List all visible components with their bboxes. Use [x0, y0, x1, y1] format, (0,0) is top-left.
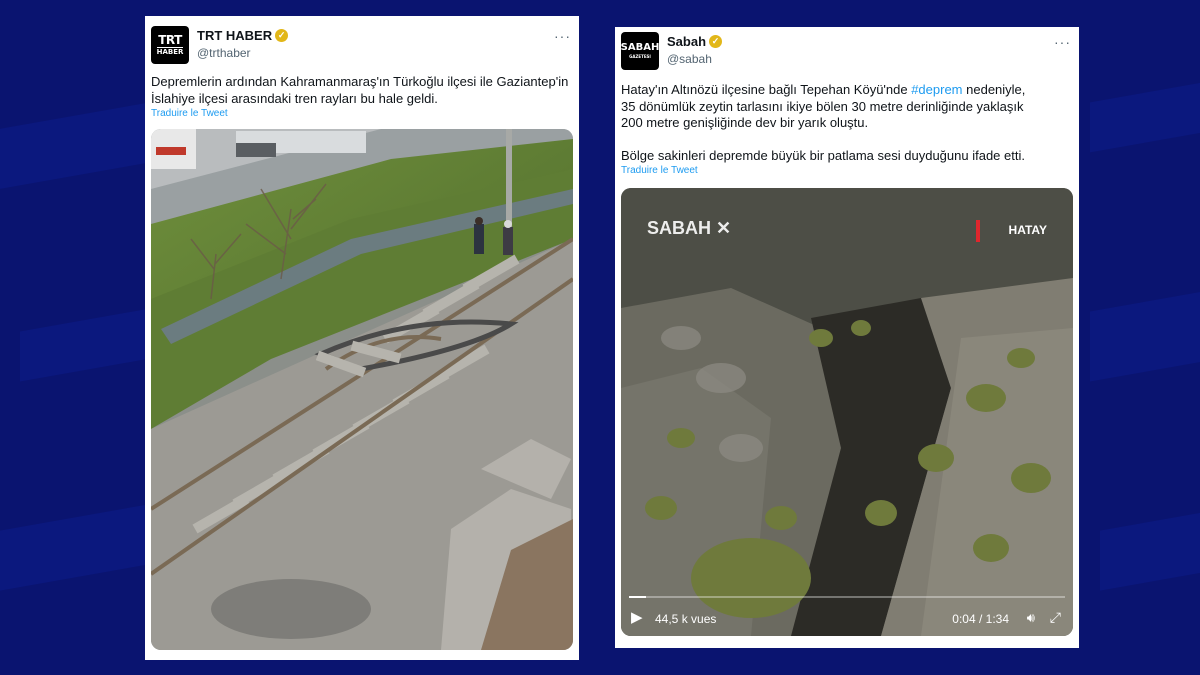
avatar-logo-text: TRT — [158, 33, 182, 47]
avatar[interactable]: SABAH GAZETESI — [621, 32, 659, 70]
video-progress-fill — [629, 596, 647, 598]
author-handle[interactable]: @sabah — [667, 52, 712, 66]
mourning-ribbon-icon: ✕ — [711, 218, 732, 238]
tweet-text-line: Bölge sakinleri depremde büyük bir patla… — [621, 147, 1025, 163]
background-stripe — [1100, 509, 1200, 591]
photo-bent-railway-tracks — [151, 129, 573, 650]
tweet-header: SABAH GAZETESI Sabah ✓ @sabah ··· — [621, 32, 1071, 72]
tweet-text-segment: nedeniyle, — [962, 82, 1026, 97]
hashtag-link[interactable]: #deprem — [911, 82, 962, 97]
video-view-count: 44,5 k vues — [655, 612, 717, 626]
author-name-text[interactable]: Sabah — [667, 34, 706, 49]
video-timestamp: 0:04 / 1:34 — [952, 612, 1009, 626]
translate-tweet-link[interactable]: Traduire le Tweet — [621, 165, 698, 176]
author-name[interactable]: TRT HABER ✓ — [197, 28, 289, 43]
avatar[interactable]: TRT HABER — [151, 26, 189, 64]
background-stripe — [1090, 288, 1200, 382]
author-handle[interactable]: @trthaber — [197, 46, 251, 60]
tweet-text-line: Depremlerin ardından Kahramanmaraş'ın Tü… — [151, 74, 569, 89]
tweet-photo-rail-damage[interactable] — [151, 129, 573, 650]
verified-badge-icon: ✓ — [709, 35, 723, 48]
avatar-logo-text: SABAH — [620, 42, 660, 53]
video-progress-bar[interactable] — [629, 596, 1065, 598]
tweet-text: Hatay'ın Altınözü ilçesine bağlı Tepehan… — [621, 82, 1071, 164]
video-watermark: SABAH ✕ — [647, 218, 731, 239]
avatar-logo-subtext: HABER — [156, 47, 184, 56]
fullscreen-icon[interactable]: ⤢ — [1050, 609, 1061, 626]
tweet-video-player[interactable]: SABAH ✕ HATAY ▶ 44,5 k vues 0:04 / 1:34 … — [621, 188, 1073, 636]
translate-tweet-link[interactable]: Traduire le Tweet — [151, 108, 228, 119]
author-name-text[interactable]: TRT HABER — [197, 28, 272, 43]
background-stripe — [1090, 77, 1200, 153]
more-options-icon[interactable]: ··· — [1054, 34, 1071, 50]
play-icon[interactable]: ▶ — [631, 608, 643, 626]
verified-badge-icon: ✓ — [275, 29, 289, 42]
avatar-logo-subtext: GAZETESI — [629, 54, 651, 59]
background-stripe — [0, 504, 150, 596]
video-frame-earth-fissure — [621, 188, 1073, 636]
tweet-text-segment: Hatay'ın Altınözü ilçesine bağlı Tepehan… — [621, 82, 912, 97]
video-location-label: HATAY — [1008, 223, 1047, 237]
tweet-card-sabah[interactable]: SABAH GAZETESI Sabah ✓ @sabah ··· Hatay'… — [615, 27, 1079, 648]
video-watermark-text: SABAH — [647, 218, 712, 238]
tweet-text: Depremlerin ardından Kahramanmaraş'ın Tü… — [151, 74, 571, 107]
author-name[interactable]: Sabah ✓ — [667, 34, 723, 49]
more-options-icon[interactable]: ··· — [554, 28, 571, 44]
tweet-card-trt-haber[interactable]: TRT HABER TRT HABER ✓ @trthaber ··· Depr… — [145, 16, 579, 660]
tweet-text-line: İslahiye ilçesi arasındaki tren rayları … — [151, 90, 438, 106]
volume-icon[interactable]: 🔊︎ — [1027, 610, 1035, 626]
tweet-text-line: Hatay'ın Altınözü ilçesine bağlı Tepehan… — [621, 82, 1071, 99]
background-stripe — [20, 308, 150, 382]
background-stripe — [0, 102, 150, 198]
video-controls: ▶ 44,5 k vues 0:04 / 1:34 🔊︎ ⤢ — [621, 584, 1073, 636]
tweet-header: TRT HABER TRT HABER ✓ @trthaber ··· — [151, 26, 571, 66]
tweet-text-line: 200 metre genişliğinde dev bir yarık olu… — [621, 115, 869, 130]
tweet-text-line: 35 dönümlük zeytin tarlasını ikiye bölen… — [621, 98, 1024, 114]
